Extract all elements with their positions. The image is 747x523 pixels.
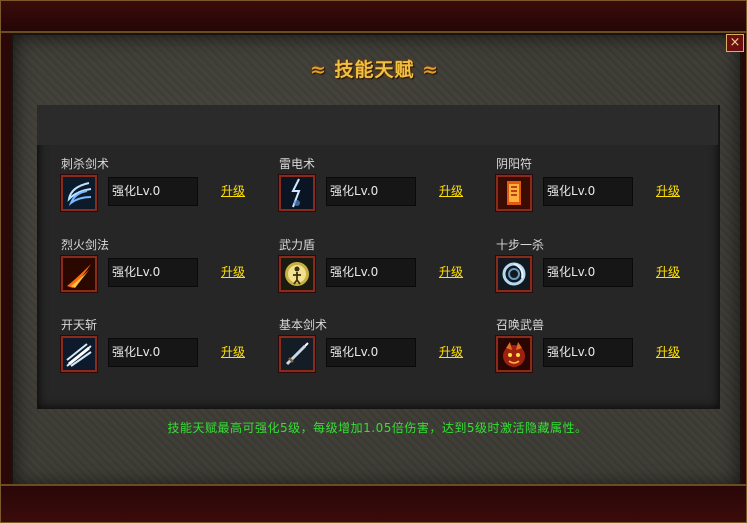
skill-card-heaven-slash: 开天斩 强化Lv.0 升级 xyxy=(61,316,261,376)
close-button[interactable]: × xyxy=(726,34,744,52)
title-ornament-left: ≈ xyxy=(309,59,327,81)
skill-name: 武力盾 xyxy=(279,238,316,252)
upgrade-link[interactable]: 升级 xyxy=(221,263,245,280)
skill-level-field: 强化Lv.0 xyxy=(543,338,633,367)
upgrade-link[interactable]: 升级 xyxy=(221,343,245,360)
skill-level-field: 强化Lv.0 xyxy=(108,177,198,206)
skill-level-field: 强化Lv.0 xyxy=(326,177,416,206)
skill-level-field: 强化Lv.0 xyxy=(326,338,416,367)
skill-name: 开天斩 xyxy=(61,318,98,332)
skill-card-fire-sword: 烈火剑法 强化Lv.0 升级 xyxy=(61,236,261,296)
skill-level-field: 强化Lv.0 xyxy=(108,258,198,287)
summon-beast-icon[interactable] xyxy=(496,336,532,372)
panel-title: ≈ 技能天赋 ≈ xyxy=(1,55,747,82)
upgrade-link[interactable]: 升级 xyxy=(439,263,463,280)
skills-header-strip xyxy=(37,105,718,145)
skill-card-lightning: 雷电术 强化Lv.0 升级 xyxy=(279,155,479,215)
talisman-icon[interactable] xyxy=(496,175,532,211)
skill-card-talisman: 阴阳符 强化Lv.0 升级 xyxy=(496,155,696,215)
skill-card-summon-beast: 召唤武兽 强化Lv.0 升级 xyxy=(496,316,696,376)
vortex-icon[interactable] xyxy=(496,256,532,292)
upgrade-link[interactable]: 升级 xyxy=(221,182,245,199)
skill-name: 阴阳符 xyxy=(496,157,533,171)
skill-card-shield: 武力盾 强化Lv.0 升级 xyxy=(279,236,479,296)
skill-name: 刺杀剑术 xyxy=(61,157,110,171)
basic-sword-icon[interactable] xyxy=(279,336,315,372)
close-icon: × xyxy=(729,35,741,50)
fire-sword-icon[interactable] xyxy=(61,256,97,292)
skill-card-vortex: 十步一杀 强化Lv.0 升级 xyxy=(496,236,696,296)
window-bottom-bar xyxy=(1,484,746,522)
heaven-slash-icon[interactable] xyxy=(61,336,97,372)
skill-name: 十步一杀 xyxy=(496,238,545,252)
skill-name: 召唤武兽 xyxy=(496,318,545,332)
skill-name: 雷电术 xyxy=(279,157,316,171)
skill-level-field: 强化Lv.0 xyxy=(543,177,633,206)
upgrade-link[interactable]: 升级 xyxy=(439,343,463,360)
skill-card-basic-sword: 基本剑术 强化Lv.0 升级 xyxy=(279,316,479,376)
skill-name: 烈火剑法 xyxy=(61,238,110,252)
skill-level-field: 强化Lv.0 xyxy=(326,258,416,287)
skill-card-thrust-slash: 刺杀剑术 强化Lv.0 升级 xyxy=(61,155,261,215)
panel-title-text: 技能天赋 xyxy=(334,59,415,81)
window-top-bar xyxy=(1,1,746,33)
upgrade-link[interactable]: 升级 xyxy=(656,182,680,199)
talent-note: 技能天赋最高可强化5级，每级增加1.05倍伤害，达到5级时激活隐藏属性。 xyxy=(167,421,588,435)
upgrade-link[interactable]: 升级 xyxy=(439,182,463,199)
skill-level-field: 强化Lv.0 xyxy=(108,338,198,367)
shield-figure-icon[interactable] xyxy=(279,256,315,292)
thrust-slash-icon[interactable] xyxy=(61,175,97,211)
title-ornament-right: ≈ xyxy=(422,59,440,81)
upgrade-link[interactable]: 升级 xyxy=(656,263,680,280)
game-window-frame: × ≈ 技能天赋 ≈ 刺杀剑术 强化Lv.0 升级 雷电术 强化Lv.0 升级 … xyxy=(0,0,747,523)
skill-name: 基本剑术 xyxy=(279,318,328,332)
upgrade-link[interactable]: 升级 xyxy=(656,343,680,360)
skill-level-field: 强化Lv.0 xyxy=(543,258,633,287)
lightning-icon[interactable] xyxy=(279,175,315,211)
